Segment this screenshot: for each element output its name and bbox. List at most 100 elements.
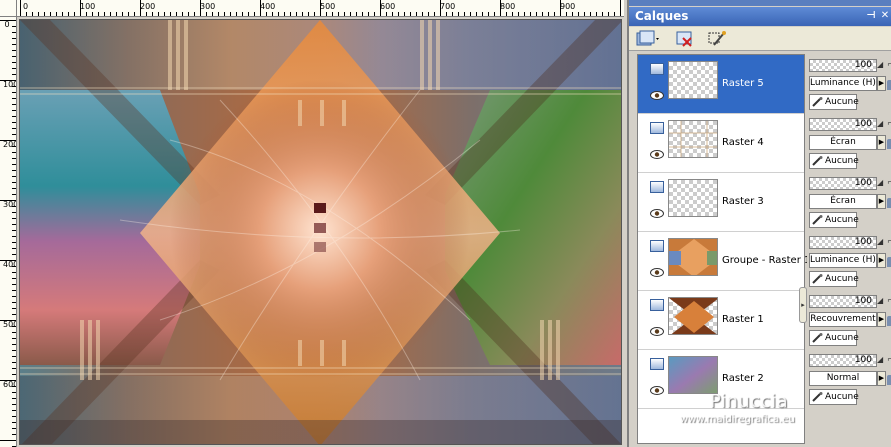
link-icon[interactable]: ⌐	[887, 237, 891, 247]
opacity-slider[interactable]: 100	[809, 118, 877, 131]
layer-props-raster-3: 100 ◢ Écran ▶ ⌐ Aucune	[807, 172, 891, 231]
layer-row-raster-1[interactable]: Raster 1	[638, 291, 804, 350]
ruler-left-label: 300	[3, 200, 17, 209]
layer-row-raster-4[interactable]: Raster 4	[638, 114, 804, 173]
mask-label: Aucune	[825, 156, 859, 166]
blend-dropdown-arrow-icon[interactable]: ▶	[877, 76, 886, 91]
opacity-arrow-icon[interactable]: ◢	[877, 178, 883, 187]
eye-icon[interactable]	[650, 209, 664, 218]
ruler-left-label: 0	[4, 20, 10, 29]
artwork	[20, 20, 621, 444]
eye-icon[interactable]	[650, 150, 664, 159]
layer-props-raster-2: 100 ◢ Normal ▶ ⌐ Aucune	[807, 349, 891, 408]
mask-label: Aucune	[825, 333, 859, 343]
lock-icon[interactable]	[887, 316, 891, 326]
mask-label: Aucune	[825, 392, 859, 402]
layer-name: Groupe - Raster 1	[722, 255, 811, 266]
mask-tool-button[interactable]	[707, 30, 727, 48]
image-canvas[interactable]	[19, 19, 622, 445]
lock-icon[interactable]	[887, 257, 891, 267]
link-icon[interactable]: ⌐	[887, 178, 891, 188]
ruler-left-label: 600	[3, 380, 17, 389]
lock-icon[interactable]	[887, 139, 891, 149]
opacity-arrow-icon[interactable]: ◢	[877, 119, 883, 128]
link-icon[interactable]: ⌐	[887, 296, 891, 306]
delete-layer-button[interactable]	[675, 30, 695, 48]
blend-mode-select[interactable]: Luminance (H)	[809, 76, 877, 91]
blend-dropdown-arrow-icon[interactable]: ▶	[877, 371, 886, 386]
layer-thumbnail	[668, 179, 718, 217]
opacity-arrow-icon[interactable]: ◢	[877, 237, 883, 246]
layer-name: Raster 1	[722, 314, 764, 325]
mask-tool-icon	[708, 31, 726, 46]
layer-type-icon[interactable]	[650, 122, 664, 134]
opacity-value: 100	[854, 355, 872, 365]
lock-icon[interactable]	[887, 375, 891, 385]
opacity-slider[interactable]: 100	[809, 236, 877, 249]
watermark-title: Pinuccia	[710, 391, 789, 412]
new-layer-button[interactable]	[635, 30, 661, 48]
brush-icon	[812, 156, 823, 166]
brush-icon	[812, 215, 823, 225]
opacity-slider[interactable]: 100	[809, 59, 877, 72]
ruler-top-label: 300	[200, 2, 216, 11]
eye-icon[interactable]	[650, 327, 664, 336]
blend-mode-select[interactable]: Écran	[809, 135, 877, 150]
mask-button[interactable]: Aucune	[809, 271, 859, 287]
layer-group-icon[interactable]	[650, 240, 664, 252]
opacity-arrow-icon[interactable]: ◢	[877, 296, 883, 305]
blend-dropdown-arrow-icon[interactable]: ▶	[877, 312, 886, 327]
eye-icon[interactable]	[650, 386, 664, 395]
ruler-top-label: 500	[320, 2, 336, 11]
layer-row-raster-5[interactable]: Raster 5	[638, 55, 804, 114]
layer-thumbnail	[668, 61, 718, 99]
blend-mode-select[interactable]: Luminance (H)	[809, 253, 877, 268]
ruler-left-label: 400	[3, 260, 17, 269]
link-icon[interactable]: ⌐	[887, 355, 891, 365]
blend-dropdown-arrow-icon[interactable]: ▶	[877, 253, 886, 268]
layer-row-groupe-raster-1[interactable]: Groupe - Raster 1	[638, 232, 810, 291]
pin-icon[interactable]: ⊣	[865, 10, 877, 22]
ruler-top-label: 700	[440, 2, 456, 11]
opacity-arrow-icon[interactable]: ◢	[877, 60, 883, 69]
blend-mode-select[interactable]: Écran	[809, 194, 877, 209]
layer-props-raster-4: 100 ◢ Écran ▶ ⌐ Aucune	[807, 113, 891, 172]
layer-type-icon[interactable]	[650, 358, 664, 370]
link-icon[interactable]: ⌐	[887, 60, 891, 70]
eye-icon[interactable]	[650, 91, 664, 100]
panel-splitter[interactable]: ▸	[799, 287, 807, 323]
mask-button[interactable]: Aucune	[809, 330, 859, 346]
blend-mode-select[interactable]: Normal	[809, 371, 877, 386]
link-icon[interactable]: ⌐	[887, 119, 891, 129]
palette-titlebar[interactable]: Calques ⊣ ✕	[629, 7, 891, 26]
layer-row-raster-3[interactable]: Raster 3	[638, 173, 804, 232]
layer-type-icon[interactable]	[650, 63, 664, 75]
close-icon[interactable]: ✕	[879, 10, 891, 22]
brush-icon	[812, 333, 823, 343]
opacity-value: 100	[854, 60, 872, 70]
eye-icon[interactable]	[650, 268, 664, 277]
mask-button[interactable]: Aucune	[809, 153, 859, 169]
blend-mode-select[interactable]: Recouvrement	[809, 312, 877, 327]
blend-dropdown-arrow-icon[interactable]: ▶	[877, 135, 886, 150]
opacity-slider[interactable]: 100	[809, 177, 877, 190]
ruler-left-label: 100	[3, 80, 17, 89]
layer-name: Raster 3	[722, 196, 764, 207]
watermark-url: www.maidiregrafica.eu	[680, 414, 795, 425]
thumbnail-art	[669, 121, 717, 157]
mask-button[interactable]: Aucune	[809, 94, 859, 110]
lock-icon[interactable]	[887, 198, 891, 208]
layer-type-icon[interactable]	[650, 299, 664, 311]
opacity-slider[interactable]: 100	[809, 354, 877, 367]
ruler-top-label: 900	[560, 2, 576, 11]
blend-dropdown-arrow-icon[interactable]: ▶	[877, 194, 886, 209]
lock-icon[interactable]	[887, 80, 891, 90]
layer-name: Raster 5	[722, 78, 764, 89]
ruler-left: 0 100 200 300 400 500 600	[0, 17, 17, 447]
opacity-slider[interactable]: 100	[809, 295, 877, 308]
opacity-value: 100	[854, 178, 872, 188]
opacity-arrow-icon[interactable]: ◢	[877, 355, 883, 364]
mask-button[interactable]: Aucune	[809, 389, 859, 405]
mask-button[interactable]: Aucune	[809, 212, 859, 228]
layer-type-icon[interactable]	[650, 181, 664, 193]
